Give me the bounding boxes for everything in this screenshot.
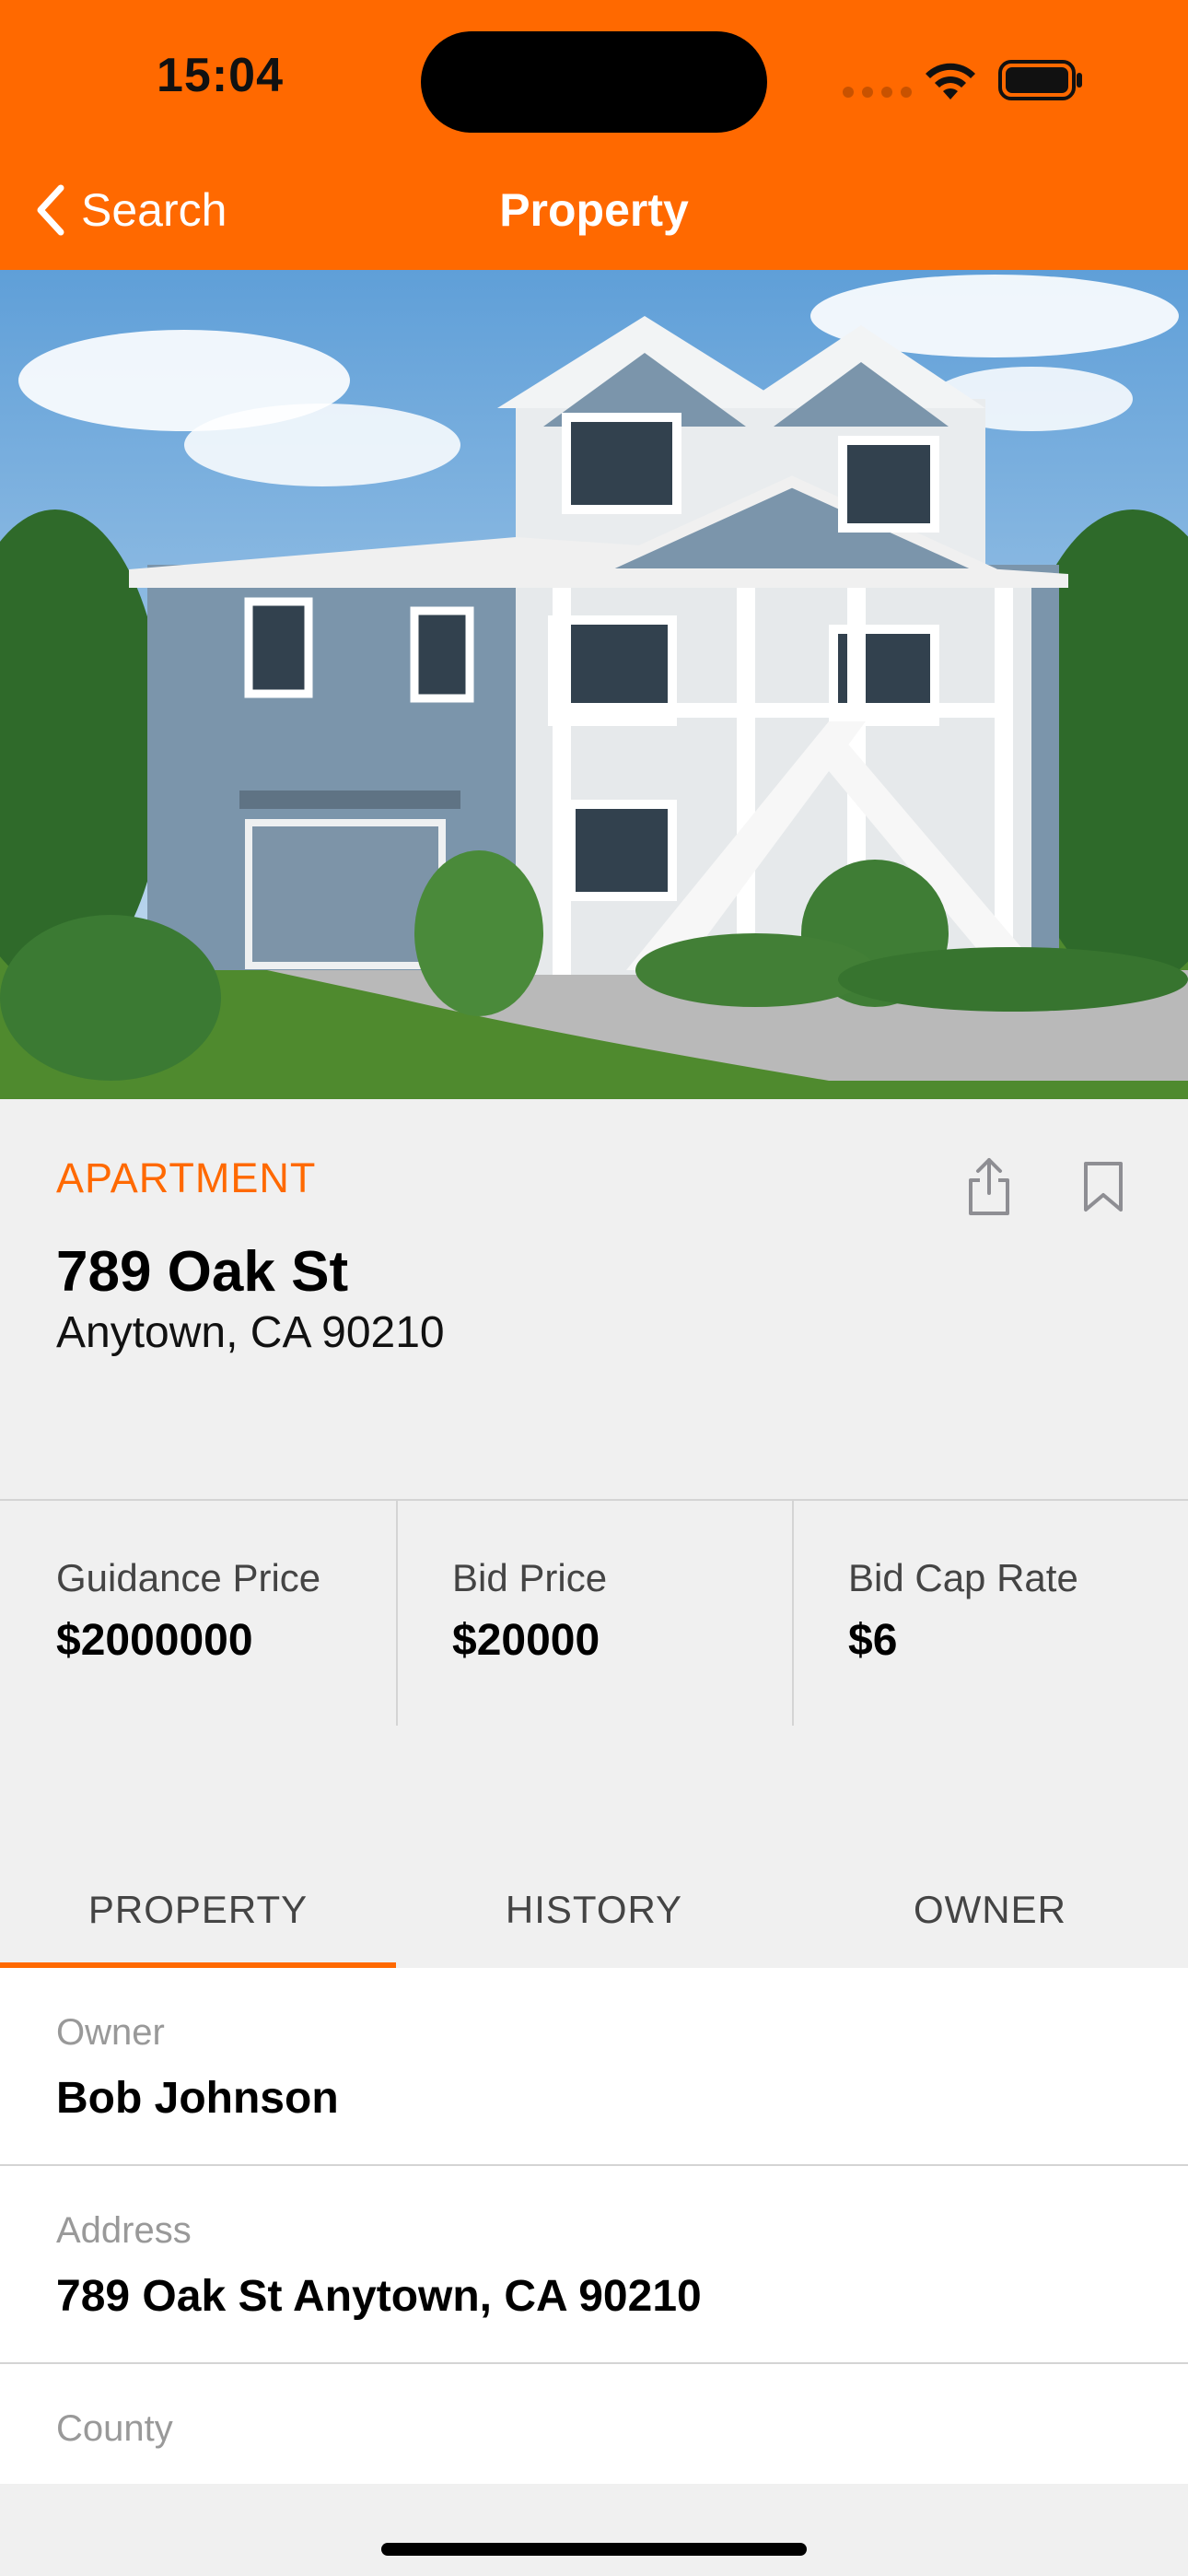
- page-title: Property: [499, 184, 689, 236]
- detail-label: County: [56, 2408, 173, 2449]
- wifi-icon: [926, 63, 975, 100]
- list-item: County: [0, 2364, 1188, 2484]
- price-stats: Guidance Price $2000000 Bid Price $20000…: [0, 1501, 1188, 1726]
- signal-icon: [843, 87, 912, 98]
- tab-history[interactable]: HISTORY: [396, 1852, 792, 1968]
- detail-tabs: PROPERTY HISTORY OWNER: [0, 1852, 1188, 1968]
- bookmark-icon[interactable]: [1082, 1160, 1124, 1213]
- price-label: Bid Price: [452, 1556, 608, 1599]
- price-label: Bid Cap Rate: [848, 1556, 1078, 1599]
- property-photo: [0, 270, 1188, 1099]
- dynamic-island: [421, 31, 767, 133]
- battery-icon: [998, 60, 1082, 100]
- detail-value: 789 Oak St Anytown, CA 90210: [56, 2272, 702, 2321]
- detail-list: Owner Bob Johnson Address 789 Oak St Any…: [0, 1968, 1188, 2484]
- tab-owner[interactable]: OWNER: [792, 1852, 1188, 1968]
- price-value: $20000: [452, 1616, 600, 1665]
- detail-value: Bob Johnson: [56, 2074, 339, 2123]
- city-line: Anytown, CA 90210: [56, 1308, 445, 1357]
- detail-label: Address: [56, 2210, 192, 2251]
- detail-label: Owner: [56, 2012, 165, 2053]
- home-indicator[interactable]: [381, 2543, 807, 2556]
- street-address: 789 Oak St: [56, 1240, 349, 1304]
- status-time: 15:04: [157, 49, 284, 102]
- price-label: Guidance Price: [56, 1556, 321, 1599]
- property-type: APARTMENT: [56, 1154, 317, 1201]
- bid-price-cell: Bid Price $20000: [396, 1501, 792, 1726]
- list-item: Address 789 Oak St Anytown, CA 90210: [0, 2166, 1188, 2364]
- list-item: Owner Bob Johnson: [0, 1968, 1188, 2166]
- listing-summary: APARTMENT 789 Oak St Anytown, CA 90210: [0, 1099, 1188, 1501]
- bid-cap-rate-cell: Bid Cap Rate $6: [792, 1501, 1188, 1726]
- price-value: $6: [848, 1616, 898, 1665]
- home-area: [0, 2484, 1188, 2576]
- tab-property[interactable]: PROPERTY: [0, 1852, 396, 1968]
- guidance-price-cell: Guidance Price $2000000: [0, 1501, 396, 1726]
- price-value: $2000000: [56, 1616, 253, 1665]
- header: 15:04 Search Property: [0, 0, 1188, 270]
- share-icon[interactable]: [965, 1154, 1013, 1217]
